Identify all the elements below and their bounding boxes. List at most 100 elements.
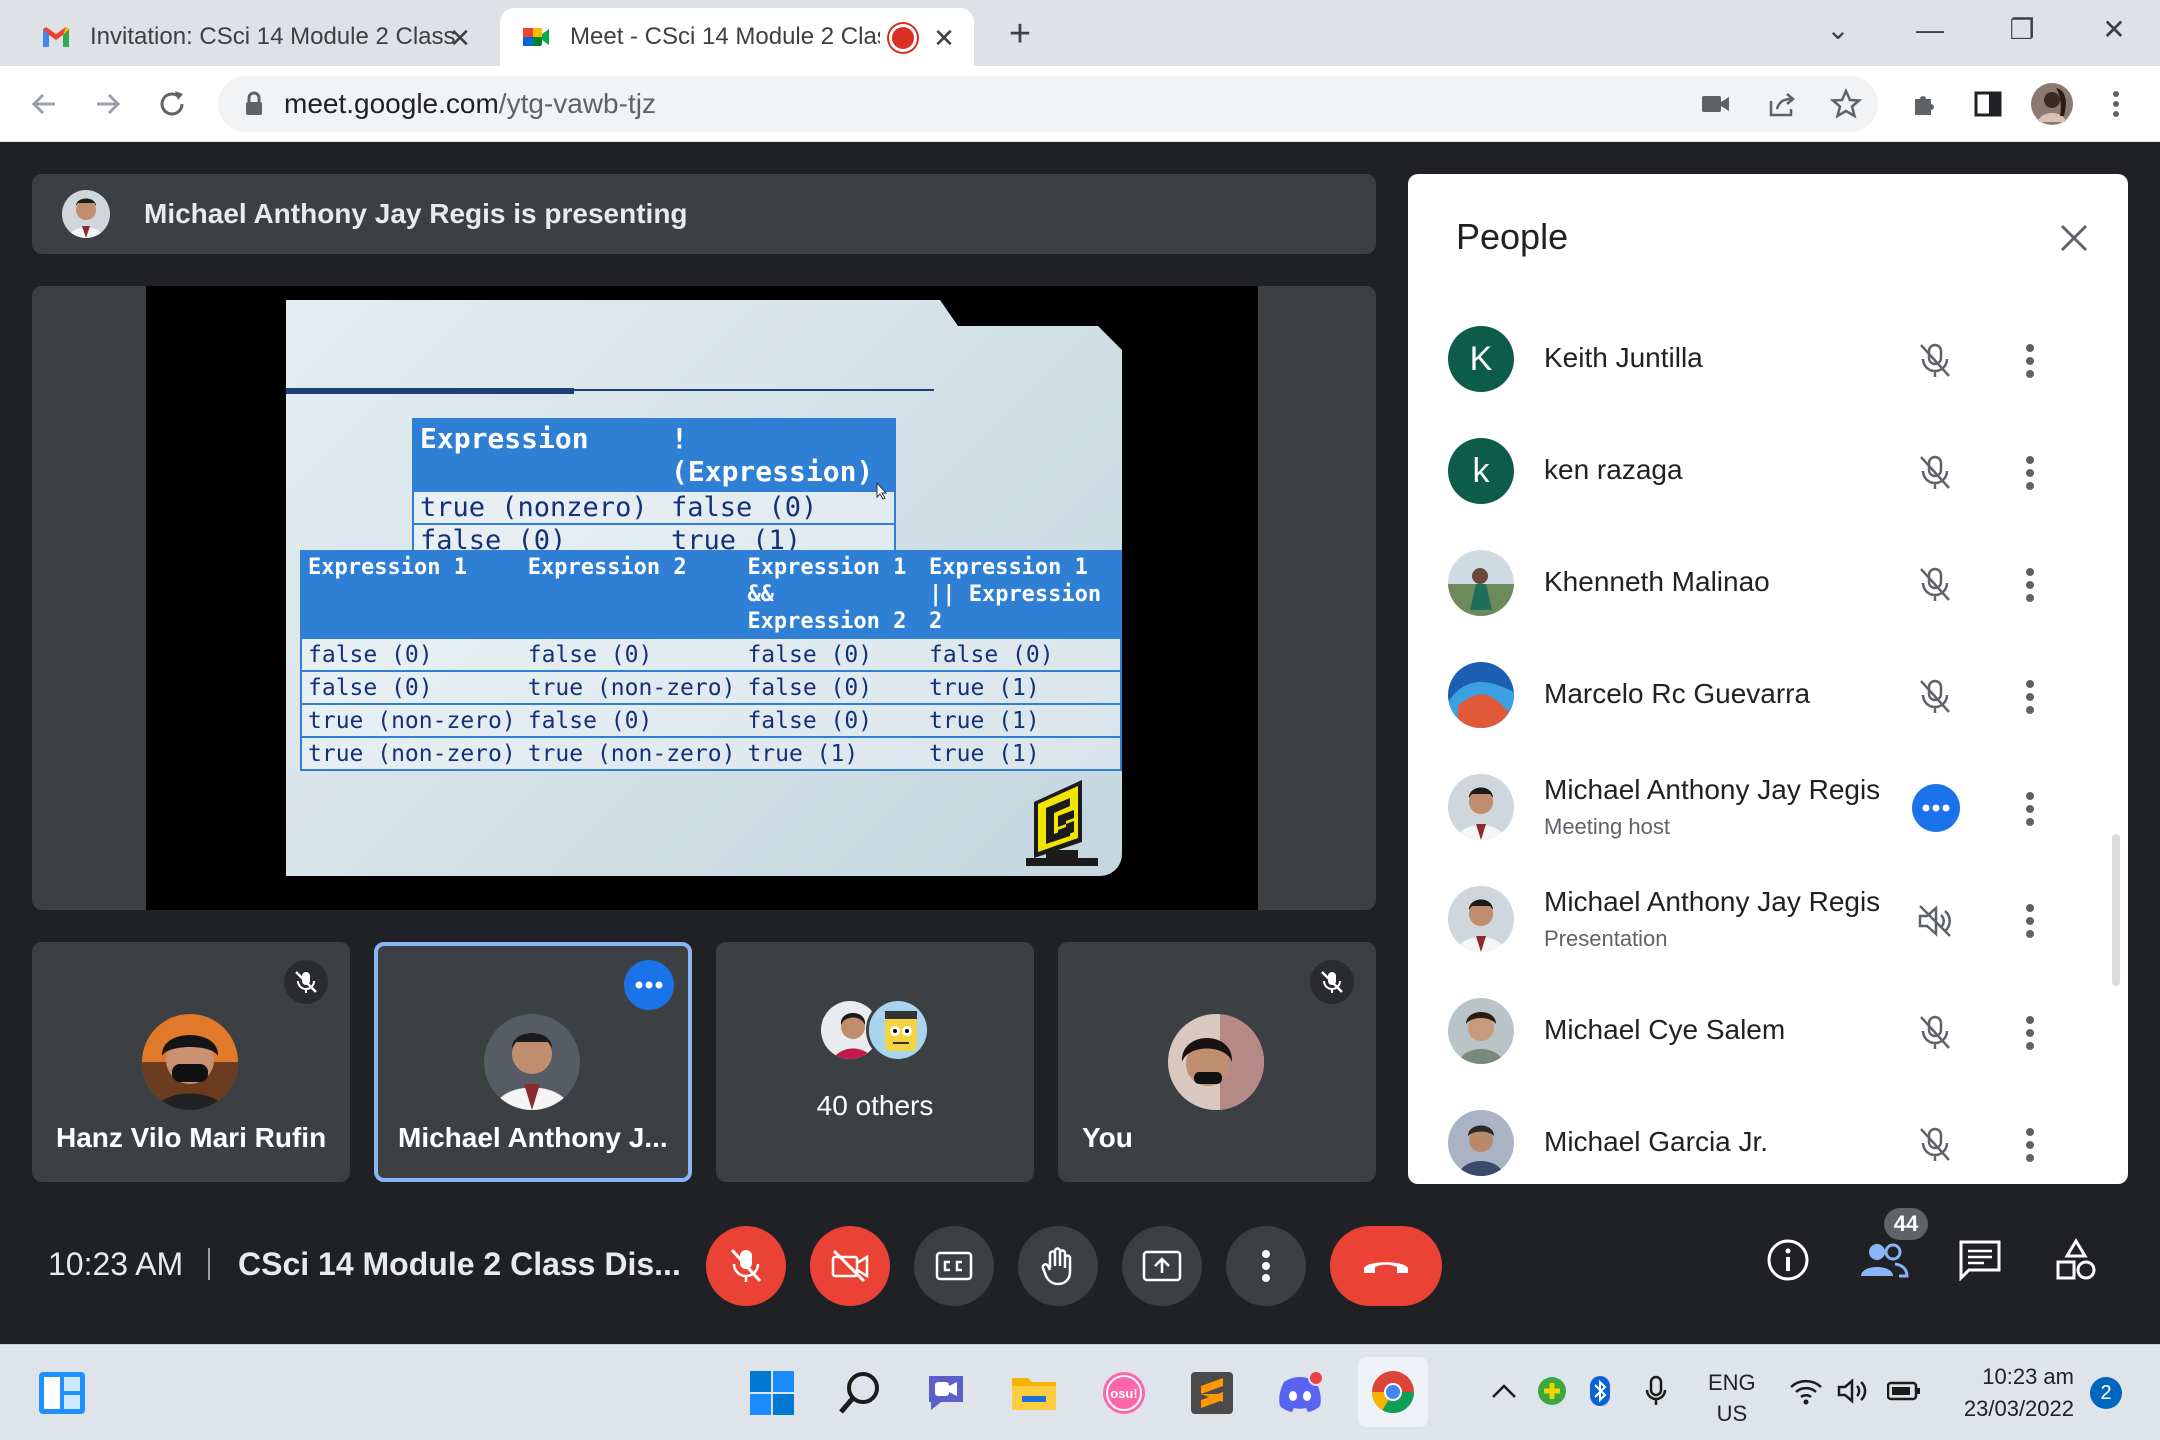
notification-count-badge[interactable]: 2 [2090, 1377, 2122, 1409]
reload-icon[interactable] [148, 80, 196, 128]
table-cell: false (0) [301, 637, 522, 671]
volume-icon[interactable] [1836, 1373, 1872, 1409]
osu-icon[interactable]: osu! [1096, 1365, 1152, 1421]
more-options-icon[interactable] [2022, 452, 2038, 494]
raise-hand-button[interactable] [1018, 1226, 1098, 1306]
meeting-title: CSci 14 Module 2 Class Dis... [238, 1246, 681, 1282]
search-icon[interactable] [832, 1365, 888, 1421]
participant-tile-hanz[interactable]: Hanz Vilo Mari Rufin [32, 942, 350, 1182]
table-cell: true (non-zero) [301, 703, 522, 737]
recording-icon [892, 27, 914, 49]
chat-icon[interactable] [1950, 1230, 2010, 1290]
participant-name: Michael Cye Salem [1544, 1014, 1786, 1045]
leave-call-button[interactable] [1330, 1226, 1442, 1306]
mic-muted-icon [1914, 340, 1956, 382]
microphone-tray-icon[interactable] [1638, 1373, 1674, 1409]
tab-google-meet[interactable]: Meet - CSci 14 Module 2 Class Discussion… [500, 8, 974, 66]
tab-gmail-invitation[interactable]: Invitation: CSci 14 Module 2 Class Discu… [20, 8, 490, 66]
table-header: Expression 1 || Expression 2 [922, 551, 1121, 638]
captions-button[interactable] [914, 1226, 994, 1306]
restore-button[interactable]: ❐ [1992, 10, 2052, 50]
meeting-info-icon[interactable] [1758, 1230, 1818, 1290]
more-options-icon[interactable] [2022, 1124, 2038, 1166]
bluetooth-icon[interactable] [1582, 1373, 1618, 1409]
side-panel-icon[interactable] [1964, 80, 2012, 128]
close-window-button[interactable]: ✕ [2084, 10, 2144, 50]
participant-row[interactable]: Michael Anthony Jay Regis Meeting host [1408, 752, 2128, 864]
participant-row[interactable]: K Keith Juntilla [1408, 304, 2128, 416]
participant-name: Michael Anthony Jay Regis [1544, 886, 1881, 917]
windows-start-icon[interactable] [744, 1365, 800, 1421]
avatar [1448, 662, 1514, 728]
widgets-icon[interactable] [34, 1365, 90, 1421]
participant-row[interactable]: Michael Anthony Jay Regis Presentation [1408, 864, 2128, 976]
battery-icon[interactable] [1886, 1373, 1922, 1409]
camera-toggle-button[interactable] [810, 1226, 890, 1306]
participant-tile-you[interactable]: You [1058, 942, 1376, 1182]
google-meet-icon [523, 28, 549, 46]
browser-tabstrip: Invitation: CSci 14 Module 2 Class Discu… [0, 0, 2160, 66]
wifi-icon[interactable] [1788, 1373, 1824, 1409]
more-options-icon[interactable] [2022, 676, 2038, 718]
more-options-icon[interactable] [2022, 900, 2038, 942]
participant-row[interactable]: Michael Garcia Jr. [1408, 1088, 2128, 1184]
and-or-truth-table: Expression 1 Expression 2 Expression 1 &… [300, 550, 1122, 771]
chrome-menu-icon[interactable] [2092, 80, 2140, 128]
more-options-icon[interactable] [2022, 564, 2038, 606]
avatar [1448, 886, 1514, 952]
close-tab-icon[interactable]: ✕ [446, 24, 474, 52]
file-explorer-icon[interactable] [1006, 1365, 1062, 1421]
system-clock[interactable]: 10:23 am 23/03/2022 [1944, 1361, 2074, 1425]
extensions-puzzle-icon[interactable] [1900, 80, 1948, 128]
participant-row[interactable]: k ken razaga [1408, 416, 2128, 528]
address-bar[interactable]: meet.google.com/ytg-vawb-tjz [218, 76, 1878, 132]
participant-tile-others[interactable]: 40 others [716, 942, 1034, 1182]
language-code: ENG [1708, 1370, 1756, 1395]
forward-arrow-icon[interactable] [84, 80, 132, 128]
close-icon[interactable] [2054, 218, 2094, 258]
more-options-icon[interactable] [2022, 788, 2038, 830]
presentation-slide: Expression !(Expression) true (nonzero) … [286, 300, 1122, 876]
new-tab-button[interactable]: + [1000, 14, 1040, 54]
discord-icon[interactable] [1272, 1365, 1328, 1421]
panel-title: People [1456, 216, 1569, 257]
speaking-indicator-icon [1912, 784, 1960, 832]
input-language[interactable]: ENG US [1708, 1367, 1756, 1429]
show-hidden-icons-icon[interactable] [1486, 1373, 1522, 1409]
participant-tile-michael[interactable]: Michael Anthony J... [374, 942, 692, 1182]
participant-name: ken razaga [1544, 454, 1683, 485]
presentation-tile[interactable]: Expression !(Expression) true (nonzero) … [32, 286, 1376, 910]
presenting-banner: Michael Anthony Jay Regis is presenting [32, 174, 1376, 254]
back-arrow-icon[interactable] [20, 80, 68, 128]
activities-icon[interactable] [2046, 1230, 2106, 1290]
table-cell: false (0) [922, 637, 1121, 671]
more-options-icon[interactable] [2022, 1012, 2038, 1054]
participant-row[interactable]: Khenneth Malinao [1408, 528, 2128, 640]
lock-icon [246, 91, 262, 115]
teams-chat-icon[interactable] [918, 1365, 974, 1421]
minimize-button[interactable]: — [1900, 10, 1960, 50]
people-icon[interactable] [1854, 1230, 1914, 1290]
share-icon[interactable] [1764, 86, 1800, 122]
tab-search-chevron-icon[interactable]: ⌄ [1808, 10, 1868, 50]
tray-app-icon[interactable] [1534, 1373, 1570, 1409]
table-cell: false (0) [665, 490, 895, 524]
bookmark-star-icon[interactable] [1828, 86, 1864, 122]
participant-row[interactable]: Michael Cye Salem [1408, 976, 2128, 1088]
present-screen-button[interactable] [1122, 1226, 1202, 1306]
profile-avatar[interactable] [2028, 80, 2076, 128]
table-cell: true (1) [922, 670, 1121, 704]
more-options-icon[interactable] [2022, 340, 2038, 382]
close-tab-icon[interactable]: ✕ [930, 24, 958, 52]
table-cell: false (0) [521, 703, 742, 737]
microphone-toggle-button[interactable] [706, 1226, 786, 1306]
mic-muted-icon [1914, 1012, 1956, 1054]
sublime-text-icon[interactable] [1184, 1365, 1240, 1421]
participant-row[interactable]: Marcelo Rc Guevarra [1408, 640, 2128, 752]
more-options-button[interactable] [1226, 1226, 1306, 1306]
participant-name: Michael Anthony Jay Regis [1544, 774, 1881, 805]
camera-in-use-icon[interactable] [1698, 86, 1734, 122]
chrome-taskbar-icon[interactable] [1358, 1357, 1428, 1427]
panel-scrollbar[interactable] [2112, 834, 2120, 986]
table-cell: false (0) [521, 637, 742, 671]
